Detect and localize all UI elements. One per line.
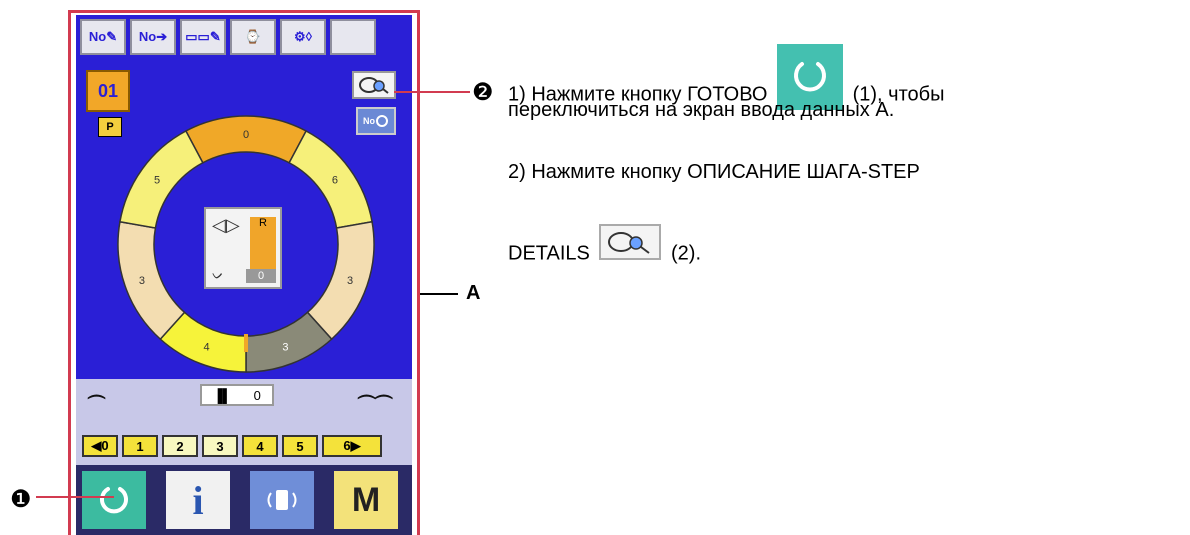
instruction-step1-line2: переключиться на экран ввода данных А. <box>508 96 1168 124</box>
marker-a: A <box>466 282 481 304</box>
magnifier-icon <box>608 232 651 254</box>
step2-text-b: DETAILS <box>508 242 590 265</box>
instruction-step2-line1: 2) Нажмите кнопку ОПИСАНИЕ ШАГА-STEP <box>508 158 1168 186</box>
step2-text-a: 2) Нажмите кнопку ОПИСАНИЕ ШАГА-STEP <box>508 161 920 183</box>
marker-2: ❷ <box>472 79 494 106</box>
step1-text-c: переключиться на экран ввода данных А. <box>508 99 895 121</box>
step2-text-c: (2). <box>671 242 701 265</box>
instruction-step2-line2: DETAILS (2). <box>508 224 1168 272</box>
inline-step-details-icon <box>599 224 662 260</box>
marker-1: ❶ <box>10 486 32 513</box>
